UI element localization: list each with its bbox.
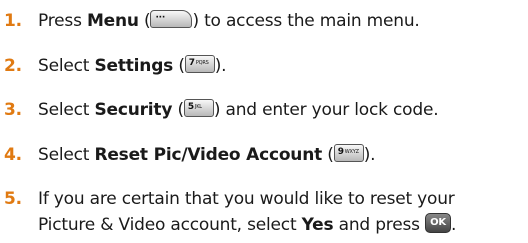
- step-number: 5.: [4, 189, 22, 209]
- step-text: Select Reset Pic/Video Account (9WXYZ).: [38, 144, 376, 165]
- ok-key-icon: OK: [425, 213, 451, 233]
- step-number: 1.: [4, 11, 22, 31]
- settings-label: Settings: [94, 56, 174, 76]
- key-5-icon: 5JKL: [183, 99, 214, 117]
- step-number: 4.: [4, 145, 22, 165]
- step-text: Select Settings (7PQRS).: [38, 55, 227, 76]
- menu-softkey-icon: ···: [150, 10, 193, 28]
- step-number: 3.: [4, 100, 22, 120]
- step-number: 2.: [4, 56, 22, 76]
- step-text: Press Menu (···) to access the main menu…: [38, 10, 420, 31]
- reset-account-label: Reset Pic/Video Account: [94, 145, 323, 165]
- key-7-icon: 7PQRS: [184, 55, 215, 73]
- menu-label: Menu: [86, 11, 139, 31]
- instruction-steps: 1. Press Menu (···) to access the main m…: [0, 0, 528, 243]
- yes-label: Yes: [301, 215, 334, 235]
- key-9-icon: 9WXYZ: [333, 144, 364, 162]
- step-text: Select Security (5JKL) and enter your lo…: [38, 99, 439, 120]
- security-label: Security: [94, 100, 173, 120]
- step-text-line-2: Picture & Video account, select Yes and …: [38, 213, 457, 235]
